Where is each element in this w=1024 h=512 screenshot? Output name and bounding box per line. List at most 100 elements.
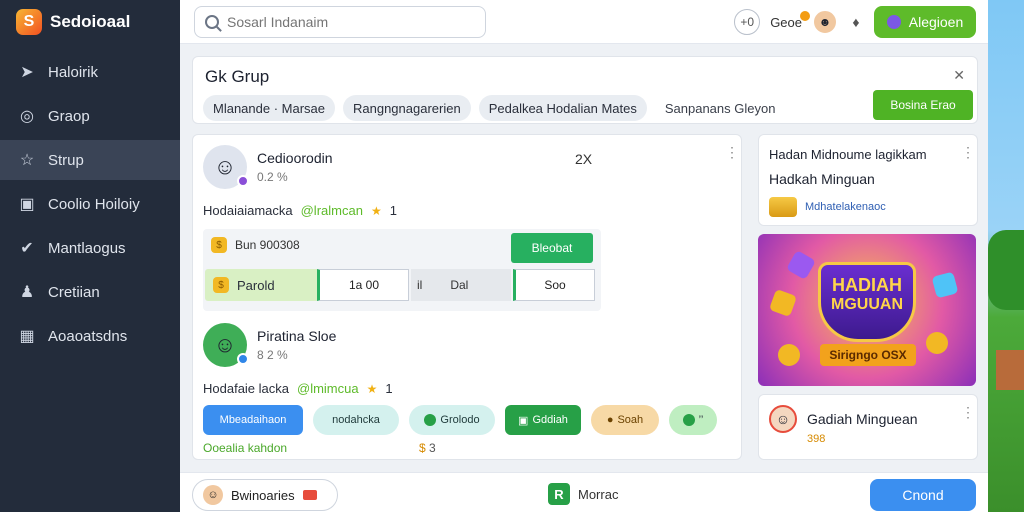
- brand[interactable]: S Sedoioaal: [0, 0, 180, 44]
- star-icon: ★: [370, 203, 382, 218]
- secondary-input[interactable]: Soo: [513, 269, 595, 301]
- avatar: ☺: [769, 405, 797, 433]
- house-icon: [996, 350, 1024, 390]
- notification-dot-icon: [800, 10, 810, 21]
- avatar[interactable]: ☺: [203, 145, 249, 189]
- user-chip[interactable]: ☺ Bwinoaries: [192, 479, 338, 511]
- banner-subtitle: MGUUAN: [831, 296, 903, 313]
- form-submit-button[interactable]: Bleobat: [511, 233, 593, 263]
- post-2-actions: Mbeadaihaon nodahcka Grolodo ▣ Gddiah ● …: [203, 405, 717, 435]
- action-label: Grolodo: [440, 414, 480, 426]
- check-icon: ▣: [518, 414, 529, 427]
- field-label-text: Parold: [237, 277, 275, 293]
- sidebar-item-haloirik[interactable]: ➤ Haloirik: [0, 52, 180, 92]
- background-scenery: [988, 0, 1024, 512]
- rating-value: 1: [389, 203, 397, 218]
- bottom-bar: ☺ Bwinoaries R Morrac Cnond: [180, 472, 988, 512]
- post-2-text: Hodafaie lacka @lmimcua ★ 1: [203, 381, 393, 396]
- post-1-header: ☺ Cedioorodin 0.2 %: [203, 145, 333, 189]
- reward-title: Gadiah Minguean: [807, 411, 918, 427]
- collapse-icon[interactable]: ✕: [953, 67, 965, 84]
- footer-value-text: 3: [429, 441, 436, 455]
- post-text: Hodafaie lacka: [203, 381, 289, 396]
- more-options-icon[interactable]: ⋮: [725, 145, 739, 159]
- action-label: ’’: [698, 414, 704, 426]
- sidebar-item-strup[interactable]: ☆ Strup: [0, 140, 180, 180]
- app-logo-icon: S: [16, 9, 42, 35]
- flag-icon: [302, 490, 317, 500]
- weekly-reward-card[interactable]: ☺ Gadiah Minguean ⋮ 398: [758, 394, 978, 460]
- notification-label[interactable]: Geoe: [770, 10, 810, 30]
- weekly-promo-card[interactable]: Hadan Midnoume lagikkam ⋮ Hadkah Minguan…: [758, 134, 978, 226]
- bell-icon[interactable]: ♦: [848, 14, 864, 30]
- chip-filter-1[interactable]: Mlanande · Marsae: [203, 95, 335, 121]
- more-options-icon[interactable]: ⋮: [961, 145, 975, 159]
- avatar: ☺: [203, 485, 223, 505]
- status-circle-button[interactable]: +0: [734, 9, 761, 35]
- footer-note[interactable]: Ooealia kahdon: [203, 441, 287, 455]
- sidebar-item-label: Graop: [48, 107, 90, 125]
- search-input[interactable]: [227, 14, 467, 30]
- star-icon: ☆: [19, 152, 35, 169]
- group-title: Gk Grup: [205, 67, 270, 86]
- sidebar-item-coolio-hoiloiy[interactable]: ▣ Coolio Hoiloiy: [0, 184, 180, 224]
- more-options-icon[interactable]: ⋮: [961, 405, 975, 419]
- coin-icon: ●: [606, 414, 614, 426]
- action-button-5[interactable]: ● Soah: [591, 405, 659, 435]
- pin-icon: ➤: [20, 64, 34, 81]
- avatar[interactable]: ☺: [203, 323, 249, 367]
- star-icon: ★: [366, 381, 378, 396]
- mention-link[interactable]: @lralmcan: [301, 203, 363, 218]
- post-count: 2X: [575, 151, 593, 167]
- sidebar-item-graop[interactable]: ◎ Graop: [0, 96, 180, 136]
- register-button[interactable]: Alegioen: [874, 6, 976, 38]
- promo-link[interactable]: Mdhatelakenaoc: [769, 197, 886, 217]
- action-button-2[interactable]: nodahcka: [313, 405, 399, 435]
- group-header-card: Gk Grup ✕ Mlanande · Marsae Rangngnagare…: [192, 56, 978, 124]
- banner-title: HADIAH: [832, 275, 902, 295]
- post-2-header: ☺ Piratina Sloe 8 2 %: [203, 323, 336, 367]
- app-r-icon: R: [548, 483, 570, 505]
- form-row-fields: $ Parold 1a 00 il Dal Soo: [203, 269, 601, 301]
- action-button-4[interactable]: ▣ Gddiah: [505, 405, 581, 435]
- post-meta: 8 2 %: [257, 348, 288, 362]
- primary-bottom-button[interactable]: Cnond: [870, 479, 976, 511]
- action-button-1[interactable]: Mbeadaihaon: [203, 405, 303, 435]
- amount-input[interactable]: 1a 00: [317, 269, 409, 301]
- sidebar-item-aoaoatsdns[interactable]: ▦ Aoaoatsdns: [0, 316, 180, 356]
- leaf-icon: [682, 414, 695, 426]
- chip-filter-3[interactable]: Pedalkea Hodalian Mates: [478, 95, 647, 121]
- top-actions: +0 Geoe ☻ ♦ Alegioen: [734, 6, 976, 38]
- unit-prefix: il: [417, 278, 423, 292]
- app-name: Sedoioaal: [50, 12, 131, 31]
- form-row-header: $ Bun 900308: [211, 237, 300, 253]
- top-bar: +0 Geoe ☻ ♦ Alegioen: [180, 0, 988, 44]
- chip-filter-2[interactable]: Rangngnagarerien: [343, 95, 471, 121]
- sidebar: S Sedoioaal ➤ Haloirik ◎ Graop ☆ Strup ▣…: [0, 0, 180, 512]
- sidebar-item-label: Haloirik: [48, 63, 99, 81]
- post-author[interactable]: Piratina Sloe: [257, 328, 336, 344]
- unit-select[interactable]: il Dal: [411, 269, 511, 301]
- group-chips: Mlanande · Marsae Rangngnagarerien Pedal…: [203, 95, 785, 121]
- sidebar-item-cretiian[interactable]: ♟ Cretiian: [0, 272, 180, 312]
- user-avatar[interactable]: ☻: [812, 9, 838, 35]
- tree-icon: [988, 230, 1024, 310]
- center-action[interactable]: R Morrac: [548, 483, 618, 505]
- coin-icon: $: [213, 277, 229, 293]
- action-button-3[interactable]: Grolodo: [409, 405, 495, 435]
- chip-filter-4[interactable]: Sanpanans Gleyon: [655, 95, 786, 121]
- form-label: Bun 900308: [235, 238, 300, 252]
- post-author[interactable]: Cedioorodin: [257, 150, 333, 166]
- coin-icon: $: [419, 441, 426, 455]
- group-action-button[interactable]: Bosina Erao: [873, 90, 973, 120]
- bird-icon: ✔: [20, 240, 34, 257]
- search-box[interactable]: [194, 6, 486, 38]
- grid-icon: ▦: [19, 328, 35, 345]
- leaf-icon: [424, 414, 437, 426]
- user-badge-icon: [886, 15, 901, 29]
- sidebar-item-label: Mantlaogus: [48, 239, 126, 257]
- sidebar-item-mantlaogus[interactable]: ✔ Mantlaogus: [0, 228, 180, 268]
- mention-link[interactable]: @lmimcua: [297, 381, 359, 396]
- weekly-reward-banner[interactable]: HADIAH MGUUAN Sirigngo OSX: [758, 234, 976, 386]
- action-button-6[interactable]: ’’: [669, 405, 717, 435]
